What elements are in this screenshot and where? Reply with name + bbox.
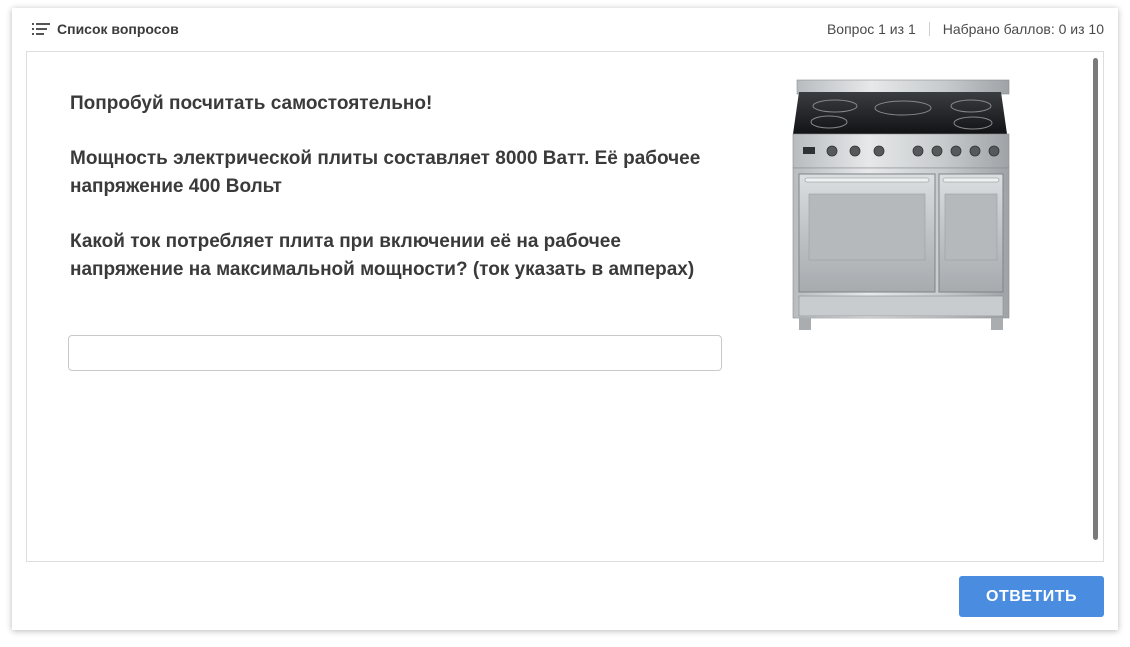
question-panel: Попробуй посчитать самостоятельно! Мощно…: [26, 51, 1104, 562]
question-list-button[interactable]: Список вопросов: [32, 19, 179, 39]
scrollbar-thumb[interactable]: [1093, 58, 1098, 540]
question-counter: Вопрос 1 из 1: [826, 21, 916, 37]
question-list-label: Список вопросов: [57, 21, 179, 37]
question-paragraph-2: Мощность электрической плиты составляет …: [70, 148, 701, 197]
answer-input[interactable]: [68, 335, 722, 371]
quiz-status: Вопрос 1 из 1 Набрано баллов: 0 из 10: [827, 19, 1104, 39]
scrollbar[interactable]: [1093, 58, 1099, 540]
quiz-window: Список вопросов Вопрос 1 из 1 Набрано ба…: [12, 8, 1118, 630]
question-paragraph-3: Какой ток потребляет плита при включении…: [70, 231, 695, 280]
top-bar: Список вопросов Вопрос 1 из 1 Набрано ба…: [12, 8, 1118, 48]
question-paragraph-1: Попробуй посчитать самостоятельно!: [70, 93, 433, 114]
list-icon: [32, 23, 50, 35]
submit-answer-button[interactable]: ОТВЕТИТЬ: [959, 576, 1104, 617]
status-divider: [928, 22, 930, 36]
question-text: Попробуй посчитать самостоятельно! Мощно…: [70, 90, 710, 311]
electric-stove-image: [792, 79, 1010, 330]
score-label: Набрано баллов: 0 из 10: [942, 21, 1104, 37]
